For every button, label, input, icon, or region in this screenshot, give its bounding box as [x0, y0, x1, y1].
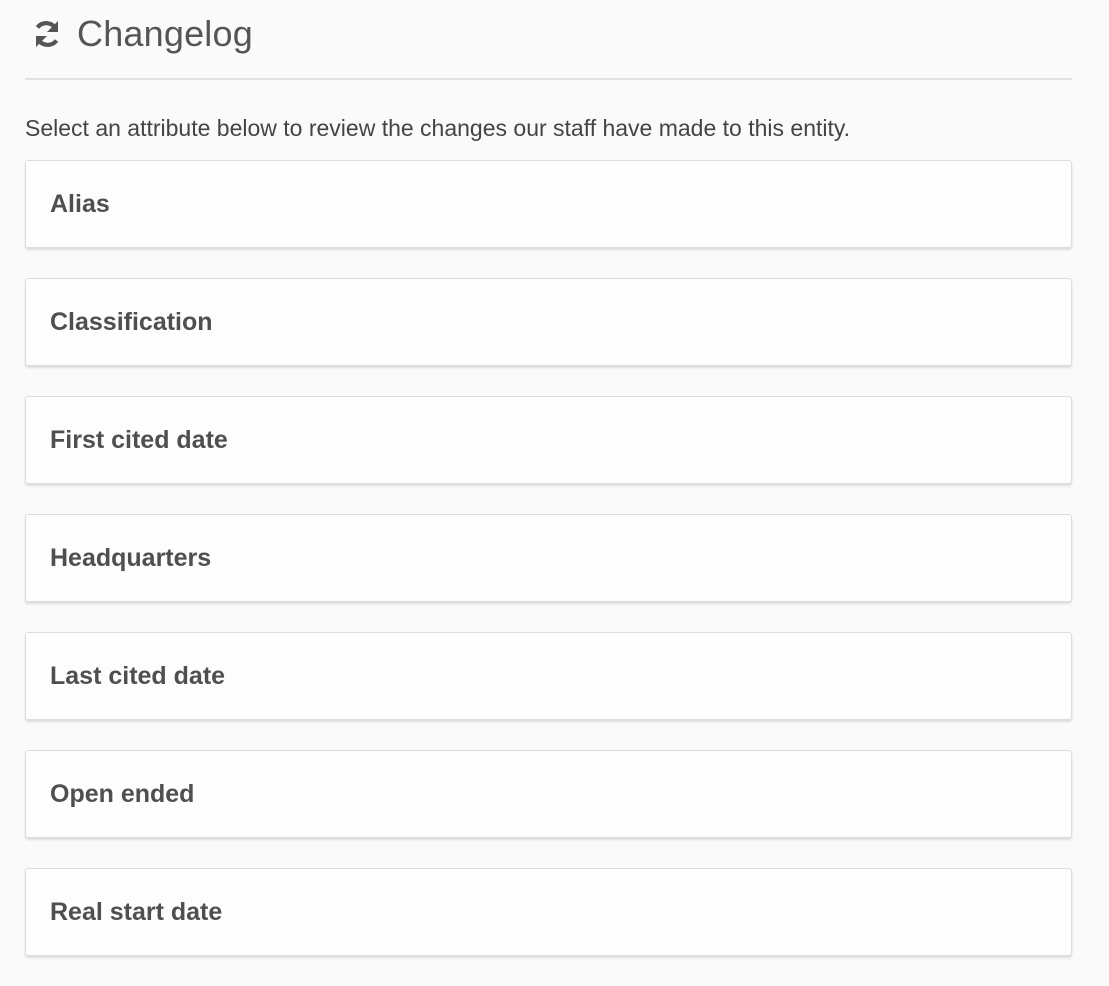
attribute-item-real-start-date[interactable]: Real start date [25, 868, 1072, 956]
attribute-item-first-cited-date[interactable]: First cited date [25, 396, 1072, 484]
attribute-item-headquarters[interactable]: Headquarters [25, 514, 1072, 602]
page-title: Changelog [77, 13, 253, 54]
attribute-list: Alias Classification First cited date He… [25, 160, 1072, 956]
attribute-label: First cited date [50, 425, 228, 454]
attribute-label: Open ended [50, 779, 195, 808]
attribute-label: Classification [50, 307, 213, 336]
intro-text: Select an attribute below to review the … [25, 115, 851, 141]
attribute-label: Real start date [50, 897, 223, 926]
attribute-label: Last cited date [50, 661, 226, 690]
refresh-icon [31, 18, 63, 50]
attribute-item-open-ended[interactable]: Open ended [25, 750, 1072, 838]
attribute-item-classification[interactable]: Classification [25, 278, 1072, 366]
changelog-panel: Changelog Select an attribute below to r… [25, 0, 1072, 986]
changelog-header: Changelog [25, 0, 1072, 80]
attribute-label: Alias [50, 189, 110, 218]
attribute-item-last-cited-date[interactable]: Last cited date [25, 632, 1072, 720]
attribute-label: Headquarters [50, 543, 212, 572]
attribute-item-alias[interactable]: Alias [25, 160, 1072, 248]
